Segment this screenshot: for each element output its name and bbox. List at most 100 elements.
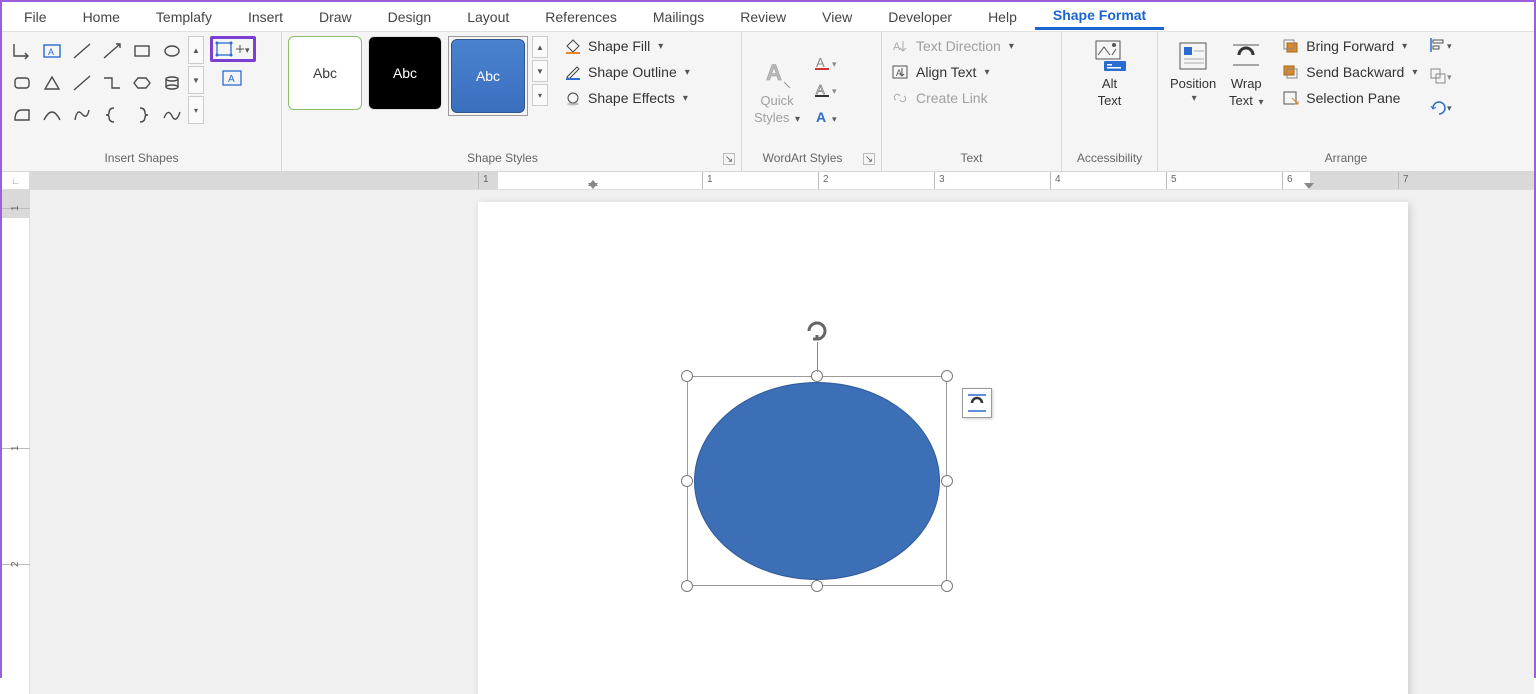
- shape-flowalt-icon[interactable]: [8, 100, 36, 130]
- right-indent-marker[interactable]: [1304, 183, 1314, 189]
- text-effects-icon: A▾: [814, 109, 840, 127]
- tab-shape-format[interactable]: Shape Format: [1035, 3, 1164, 30]
- rotation-handle[interactable]: [804, 318, 830, 344]
- ribbon-tabs: File Home Templafy Insert Draw Design La…: [2, 2, 1534, 32]
- shape-line-icon[interactable]: [68, 36, 96, 66]
- text-direction-button[interactable]: A Text Direction▾: [888, 36, 1018, 56]
- tab-home[interactable]: Home: [65, 5, 138, 29]
- tab-mailings[interactable]: Mailings: [635, 5, 722, 29]
- shape-textbox-icon[interactable]: A: [38, 36, 66, 66]
- shape-style-gallery[interactable]: Abc Abc Abc: [288, 36, 528, 116]
- ruler-corner: ∟: [2, 172, 30, 190]
- shape-rect-icon[interactable]: [128, 36, 156, 66]
- svg-text:A: A: [896, 68, 902, 78]
- tab-help[interactable]: Help: [970, 5, 1035, 29]
- group-objects-button[interactable]: ▾: [1429, 67, 1455, 90]
- quick-styles-button[interactable]: A Quick Styles ▾: [748, 53, 806, 132]
- page[interactable]: [478, 202, 1408, 694]
- style-gallery-down[interactable]: ▼: [532, 60, 548, 82]
- document-area[interactable]: [30, 190, 1534, 694]
- text-outline-button[interactable]: A▾: [814, 82, 840, 103]
- group-insert-shapes: A ▲ ▼ ▾: [2, 32, 282, 171]
- shapes-gallery-more[interactable]: ▾: [188, 96, 204, 124]
- resize-handle-s[interactable]: [811, 580, 823, 592]
- rotate-handle-icon: [804, 318, 830, 344]
- style-gallery-up[interactable]: ▲: [532, 36, 548, 58]
- shapes-gallery-up[interactable]: ▲: [188, 36, 204, 64]
- resize-handle-ne[interactable]: [941, 370, 953, 382]
- tab-draw[interactable]: Draw: [301, 5, 370, 29]
- group-wordart-styles: A Quick Styles ▾ A▾ A▾ A▾ WordArt Styles…: [742, 32, 882, 171]
- tab-view[interactable]: View: [804, 5, 870, 29]
- tab-insert[interactable]: Insert: [230, 5, 301, 29]
- group-shape-styles: Abc Abc Abc ▲ ▼ ▾ Shape Fill▾ Shape Outl…: [282, 32, 742, 171]
- tab-file[interactable]: File: [6, 5, 65, 29]
- svg-text:A: A: [816, 109, 826, 125]
- shape-scribble-icon[interactable]: [158, 100, 186, 130]
- shape-outline-button[interactable]: Shape Outline▾: [560, 62, 694, 82]
- shape-roundrect-icon[interactable]: [8, 68, 36, 98]
- rotate-icon: ▾: [1429, 98, 1455, 116]
- shapes-gallery[interactable]: A: [8, 36, 186, 130]
- text-effects-button[interactable]: A▾: [814, 109, 840, 132]
- send-backward-button[interactable]: Send Backward▾: [1278, 62, 1421, 82]
- resize-handle-w[interactable]: [681, 475, 693, 487]
- shape-line2-icon[interactable]: [68, 68, 96, 98]
- tab-references[interactable]: References: [527, 5, 635, 29]
- svg-text:▾: ▾: [245, 45, 250, 55]
- shape-brace-left-icon[interactable]: [98, 100, 126, 130]
- resize-handle-se[interactable]: [941, 580, 953, 592]
- shape-connector-icon[interactable]: [98, 68, 126, 98]
- bring-forward-button[interactable]: Bring Forward▾: [1278, 36, 1421, 56]
- svg-text:▾: ▾: [832, 114, 837, 124]
- draw-text-box-button[interactable]: A: [210, 66, 256, 92]
- tab-developer[interactable]: Developer: [870, 5, 970, 29]
- layout-options-button[interactable]: [962, 388, 992, 418]
- resize-handle-e[interactable]: [941, 475, 953, 487]
- style-gallery-more[interactable]: ▾: [532, 84, 548, 106]
- text-fill-button[interactable]: A▾: [814, 55, 840, 76]
- edit-shape-button[interactable]: ▾: [210, 36, 256, 62]
- shape-elbow-arrow-icon[interactable]: [8, 36, 36, 66]
- shape-brace-right-icon[interactable]: [128, 100, 156, 130]
- svg-text:▾: ▾: [1447, 103, 1452, 113]
- align-text-button[interactable]: A Align Text▾: [888, 62, 1018, 82]
- hanging-indent-marker[interactable]: [588, 183, 598, 189]
- shape-freeform-icon[interactable]: [68, 100, 96, 130]
- style-thumb-3[interactable]: Abc: [451, 39, 525, 113]
- rotate-button[interactable]: ▾: [1429, 98, 1455, 121]
- resize-handle-sw[interactable]: [681, 580, 693, 592]
- tab-design[interactable]: Design: [370, 5, 450, 29]
- group-text: A Text Direction▾ A Align Text▾ Create L…: [882, 32, 1062, 171]
- alt-text-button[interactable]: Alt Text: [1086, 36, 1134, 110]
- horizontal-ruler[interactable]: 1 1 2 3 4 5 6 7: [30, 172, 1534, 190]
- wordart-launcher[interactable]: ↘: [863, 153, 875, 165]
- shape-fill-button[interactable]: Shape Fill▾: [560, 36, 694, 56]
- create-link-button[interactable]: Create Link: [888, 88, 1018, 108]
- vruler-top-margin: [2, 190, 30, 218]
- shape-cylinder-icon[interactable]: [158, 68, 186, 98]
- shape-arrow-line-icon[interactable]: [98, 36, 126, 66]
- align-button[interactable]: ▾: [1429, 36, 1455, 59]
- style-thumb-1[interactable]: Abc: [288, 36, 362, 110]
- shape-styles-launcher[interactable]: ↘: [723, 153, 735, 165]
- text-box-icon: A: [221, 69, 245, 89]
- tab-review[interactable]: Review: [722, 5, 804, 29]
- align-icon: ▾: [1429, 36, 1455, 54]
- tab-layout[interactable]: Layout: [449, 5, 527, 29]
- vertical-ruler[interactable]: 1 1 2: [2, 190, 30, 694]
- shape-oval-icon[interactable]: [158, 36, 186, 66]
- shapes-gallery-down[interactable]: ▼: [188, 66, 204, 94]
- shape-hexagon-icon[interactable]: [128, 68, 156, 98]
- shape-triangle-icon[interactable]: [38, 68, 66, 98]
- shape-effects-button[interactable]: Shape Effects▾: [560, 88, 694, 108]
- wrap-text-button[interactable]: Wrap Text ▾: [1222, 36, 1270, 110]
- tab-templafy[interactable]: Templafy: [138, 5, 230, 29]
- position-button[interactable]: Position▾: [1164, 36, 1222, 106]
- group-label-accessibility: Accessibility: [1068, 149, 1151, 169]
- shape-curve-icon[interactable]: [38, 100, 66, 130]
- selection-pane-button[interactable]: Selection Pane: [1278, 88, 1421, 108]
- rotation-connector: [817, 342, 818, 372]
- resize-handle-nw[interactable]: [681, 370, 693, 382]
- style-thumb-2[interactable]: Abc: [368, 36, 442, 110]
